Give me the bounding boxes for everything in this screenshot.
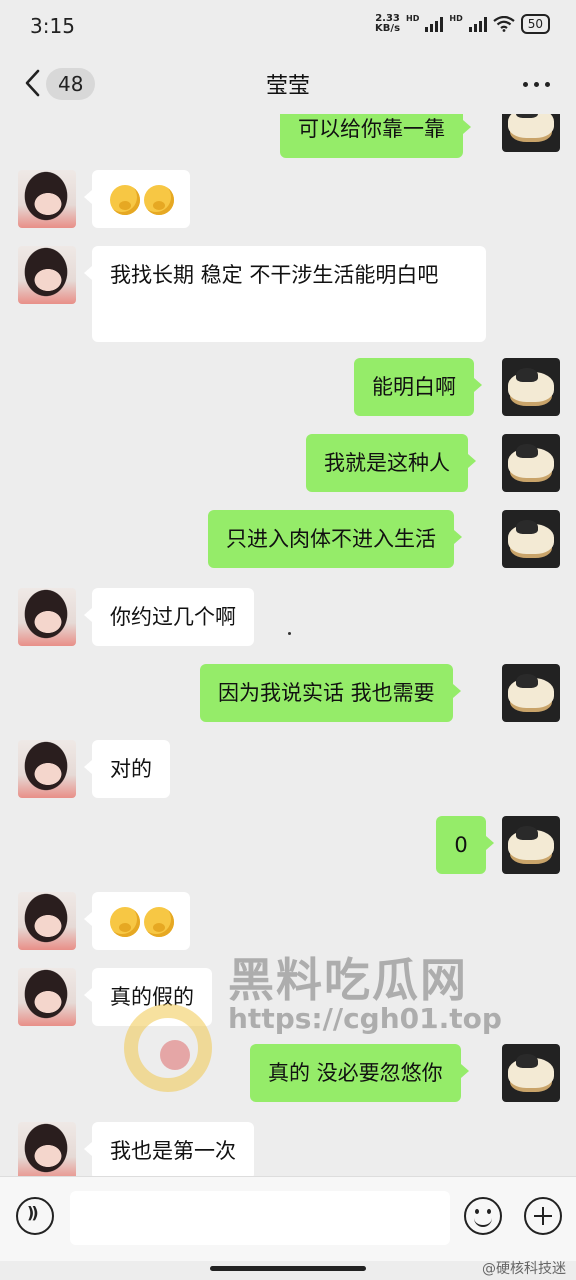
face-with-hand-over-mouth-emoji bbox=[144, 907, 174, 937]
input-bar bbox=[0, 1176, 576, 1261]
received-message[interactable]: 你约过几个啊 bbox=[84, 588, 254, 646]
contact-avatar[interactable] bbox=[18, 170, 76, 228]
received-message[interactable] bbox=[84, 170, 190, 228]
hd-label-2: HD bbox=[449, 14, 463, 23]
sent-message[interactable]: 真的 没必要忽悠你 bbox=[250, 1044, 469, 1102]
my-avatar[interactable] bbox=[502, 510, 560, 568]
clock: 3:15 bbox=[30, 14, 75, 38]
more-options-icon[interactable] bbox=[523, 82, 550, 87]
signal-icon-2 bbox=[468, 16, 487, 32]
sent-message[interactable]: 0 bbox=[436, 816, 494, 874]
status-bar: 3:15 2.33 KB/s HD HD 50 bbox=[0, 0, 576, 52]
received-message[interactable] bbox=[84, 892, 190, 950]
plus-icon[interactable] bbox=[524, 1197, 562, 1235]
my-avatar[interactable] bbox=[502, 358, 560, 416]
chat-header: 48 莹莹 bbox=[0, 52, 576, 114]
face-with-hand-over-mouth-emoji bbox=[144, 185, 174, 215]
sent-message[interactable]: 因为我说实话 我也需要 bbox=[200, 664, 461, 722]
stray-dot bbox=[288, 632, 291, 635]
signal-icon bbox=[425, 16, 444, 32]
received-message[interactable]: 真的假的 bbox=[84, 968, 212, 1026]
network-speed: 2.33 KB/s bbox=[375, 13, 401, 34]
my-avatar[interactable] bbox=[502, 816, 560, 874]
source-credit: @硬核科技迷 bbox=[482, 1261, 566, 1277]
face-with-hand-over-mouth-emoji bbox=[110, 185, 140, 215]
message-input[interactable] bbox=[70, 1191, 450, 1245]
sent-message[interactable]: 能明白啊 bbox=[354, 358, 482, 416]
battery-icon: 50 bbox=[520, 14, 550, 34]
received-message[interactable]: 对的 bbox=[84, 740, 170, 798]
contact-avatar[interactable] bbox=[18, 740, 76, 798]
my-avatar[interactable] bbox=[502, 664, 560, 722]
contact-avatar[interactable] bbox=[18, 246, 76, 304]
contact-avatar[interactable] bbox=[18, 892, 76, 950]
received-message[interactable]: 我也是第一次 bbox=[84, 1122, 254, 1176]
contact-avatar[interactable] bbox=[18, 588, 76, 646]
my-avatar[interactable] bbox=[502, 434, 560, 492]
message-list[interactable]: 可以给你靠一靠 我找长期 稳定 不干涉生活能明白吧 能明白啊 我就是这种人 只进… bbox=[0, 114, 576, 1176]
face-with-hand-over-mouth-emoji bbox=[110, 907, 140, 937]
contact-avatar[interactable] bbox=[18, 1122, 76, 1176]
emoji-icon[interactable] bbox=[464, 1197, 502, 1235]
contact-avatar[interactable] bbox=[18, 968, 76, 1026]
hd-label: HD bbox=[406, 14, 420, 23]
my-avatar[interactable] bbox=[502, 1044, 560, 1102]
received-message[interactable]: 我找长期 稳定 不干涉生活能明白吧 bbox=[84, 246, 486, 342]
sent-message[interactable]: 我就是这种人 bbox=[306, 434, 476, 492]
voice-input-icon[interactable] bbox=[16, 1197, 54, 1235]
home-indicator[interactable] bbox=[210, 1266, 366, 1271]
sent-message[interactable]: 只进入肉体不进入生活 bbox=[208, 510, 462, 568]
my-avatar[interactable] bbox=[502, 114, 560, 152]
wifi-icon bbox=[493, 16, 515, 32]
status-icons: 2.33 KB/s HD HD 50 bbox=[375, 14, 550, 34]
contact-name: 莹莹 bbox=[265, 74, 310, 99]
sent-message[interactable]: 可以给你靠一靠 bbox=[280, 114, 471, 158]
